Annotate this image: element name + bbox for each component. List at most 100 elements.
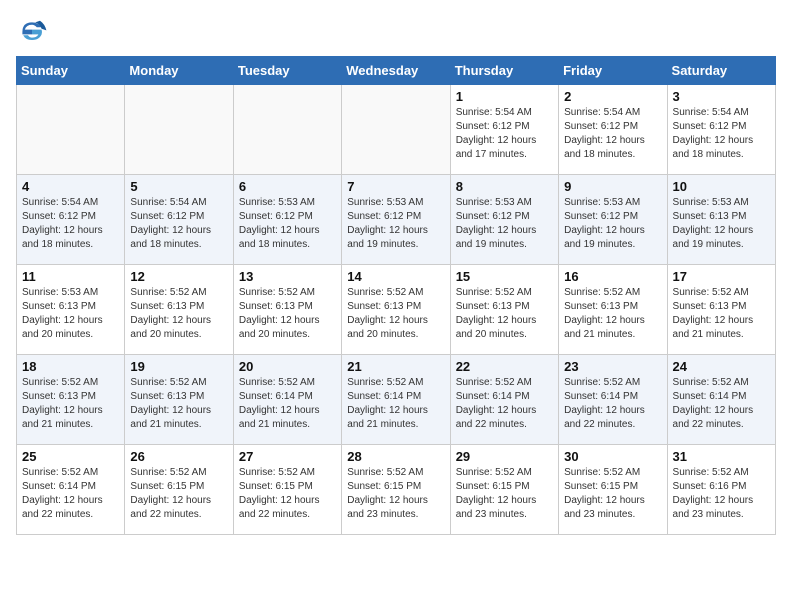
calendar-cell: 6 Sunrise: 5:53 AM Sunset: 6:12 PM Daylig… <box>233 175 341 265</box>
day-info: Sunrise: 5:52 AM Sunset: 6:13 PM Dayligh… <box>130 286 227 342</box>
day-info: Sunrise: 5:52 AM Sunset: 6:14 PM Dayligh… <box>456 376 553 432</box>
calendar-cell: 2Sunrise: 5:54 AM Sunset: 6:12 PM Daylig… <box>559 85 667 175</box>
day-info: Sunrise: 5:52 AM Sunset: 6:13 PM Dayligh… <box>22 376 119 432</box>
calendar-cell: 25 Sunrise: 5:52 AM Sunset: 6:14 PM Dayli… <box>17 445 125 535</box>
day-info: Sunrise: 5:54 AM Sunset: 6:12 PM Dayligh… <box>22 196 119 252</box>
day-number: 7 <box>347 179 444 194</box>
calendar-cell: 26 Sunrise: 5:52 AM Sunset: 6:15 PM Dayli… <box>125 445 233 535</box>
day-info: Sunrise: 5:52 AM Sunset: 6:15 PM Dayligh… <box>564 466 661 522</box>
logo-icon <box>16 16 48 48</box>
day-info: Sunrise: 5:52 AM Sunset: 6:13 PM Dayligh… <box>130 376 227 432</box>
day-number: 11 <box>22 269 119 284</box>
day-info: Sunrise: 5:52 AM Sunset: 6:13 PM Dayligh… <box>456 286 553 342</box>
day-info: Sunrise: 5:52 AM Sunset: 6:14 PM Dayligh… <box>564 376 661 432</box>
calendar-cell: 19 Sunrise: 5:52 AM Sunset: 6:13 PM Dayli… <box>125 355 233 445</box>
day-info: Sunrise: 5:52 AM Sunset: 6:14 PM Dayligh… <box>673 376 770 432</box>
calendar-cell: 10 Sunrise: 5:53 AM Sunset: 6:13 PM Dayli… <box>667 175 775 265</box>
day-number: 12 <box>130 269 227 284</box>
day-number: 28 <box>347 449 444 464</box>
day-number: 15 <box>456 269 553 284</box>
calendar-table: SundayMondayTuesdayWednesdayThursdayFrid… <box>16 56 776 535</box>
calendar-cell: 31Sunrise: 5:52 AM Sunset: 6:16 PM Dayli… <box>667 445 775 535</box>
day-number: 14 <box>347 269 444 284</box>
day-info: Sunrise: 5:52 AM Sunset: 6:13 PM Dayligh… <box>564 286 661 342</box>
day-info: Sunrise: 5:54 AM Sunset: 6:12 PM Dayligh… <box>130 196 227 252</box>
day-number: 21 <box>347 359 444 374</box>
weekday-header-monday: Monday <box>125 57 233 85</box>
day-info: Sunrise: 5:52 AM Sunset: 6:15 PM Dayligh… <box>130 466 227 522</box>
day-number: 29 <box>456 449 553 464</box>
day-info: Sunrise: 5:53 AM Sunset: 6:13 PM Dayligh… <box>22 286 119 342</box>
calendar-cell <box>17 85 125 175</box>
weekday-header-sunday: Sunday <box>17 57 125 85</box>
day-info: Sunrise: 5:52 AM Sunset: 6:15 PM Dayligh… <box>347 466 444 522</box>
calendar-cell: 4 Sunrise: 5:54 AM Sunset: 6:12 PM Daylig… <box>17 175 125 265</box>
day-number: 4 <box>22 179 119 194</box>
day-info: Sunrise: 5:52 AM Sunset: 6:14 PM Dayligh… <box>347 376 444 432</box>
weekday-header-friday: Friday <box>559 57 667 85</box>
day-number: 8 <box>456 179 553 194</box>
weekday-header-tuesday: Tuesday <box>233 57 341 85</box>
day-info: Sunrise: 5:52 AM Sunset: 6:13 PM Dayligh… <box>347 286 444 342</box>
day-info: Sunrise: 5:52 AM Sunset: 6:13 PM Dayligh… <box>239 286 336 342</box>
day-number: 19 <box>130 359 227 374</box>
weekday-header-wednesday: Wednesday <box>342 57 450 85</box>
day-info: Sunrise: 5:52 AM Sunset: 6:15 PM Dayligh… <box>456 466 553 522</box>
calendar-cell: 30 Sunrise: 5:52 AM Sunset: 6:15 PM Dayli… <box>559 445 667 535</box>
calendar-cell: 11 Sunrise: 5:53 AM Sunset: 6:13 PM Dayli… <box>17 265 125 355</box>
logo <box>16 16 52 48</box>
day-number: 6 <box>239 179 336 194</box>
page-header <box>16 16 776 48</box>
day-number: 18 <box>22 359 119 374</box>
day-info: Sunrise: 5:53 AM Sunset: 6:13 PM Dayligh… <box>673 196 770 252</box>
day-number: 22 <box>456 359 553 374</box>
day-number: 20 <box>239 359 336 374</box>
day-info: Sunrise: 5:54 AM Sunset: 6:12 PM Dayligh… <box>456 106 553 162</box>
calendar-cell: 27Sunrise: 5:52 AM Sunset: 6:15 PM Dayli… <box>233 445 341 535</box>
calendar-cell: 1 Sunrise: 5:54 AM Sunset: 6:12 PM Daylig… <box>450 85 558 175</box>
calendar-cell: 17 Sunrise: 5:52 AM Sunset: 6:13 PM Dayli… <box>667 265 775 355</box>
calendar-cell: 9 Sunrise: 5:53 AM Sunset: 6:12 PM Daylig… <box>559 175 667 265</box>
calendar-cell: 20Sunrise: 5:52 AM Sunset: 6:14 PM Dayli… <box>233 355 341 445</box>
calendar-cell: 22 Sunrise: 5:52 AM Sunset: 6:14 PM Dayli… <box>450 355 558 445</box>
day-number: 30 <box>564 449 661 464</box>
calendar-cell: 29 Sunrise: 5:52 AM Sunset: 6:15 PM Dayli… <box>450 445 558 535</box>
day-number: 23 <box>564 359 661 374</box>
day-info: Sunrise: 5:53 AM Sunset: 6:12 PM Dayligh… <box>456 196 553 252</box>
calendar-cell: 8 Sunrise: 5:53 AM Sunset: 6:12 PM Daylig… <box>450 175 558 265</box>
day-number: 27 <box>239 449 336 464</box>
calendar-cell: 23 Sunrise: 5:52 AM Sunset: 6:14 PM Dayli… <box>559 355 667 445</box>
calendar-cell: 3 Sunrise: 5:54 AM Sunset: 6:12 PM Daylig… <box>667 85 775 175</box>
day-number: 10 <box>673 179 770 194</box>
day-info: Sunrise: 5:52 AM Sunset: 6:16 PM Dayligh… <box>673 466 770 522</box>
day-number: 13 <box>239 269 336 284</box>
calendar-cell: 24 Sunrise: 5:52 AM Sunset: 6:14 PM Dayli… <box>667 355 775 445</box>
day-info: Sunrise: 5:54 AM Sunset: 6:12 PM Dayligh… <box>673 106 770 162</box>
day-number: 1 <box>456 89 553 104</box>
day-number: 3 <box>673 89 770 104</box>
calendar-cell <box>342 85 450 175</box>
weekday-header-thursday: Thursday <box>450 57 558 85</box>
calendar-cell <box>233 85 341 175</box>
day-info: Sunrise: 5:52 AM Sunset: 6:13 PM Dayligh… <box>673 286 770 342</box>
calendar-cell: 15 Sunrise: 5:52 AM Sunset: 6:13 PM Dayli… <box>450 265 558 355</box>
day-number: 25 <box>22 449 119 464</box>
day-number: 16 <box>564 269 661 284</box>
day-info: Sunrise: 5:54 AM Sunset: 6:12 PM Dayligh… <box>564 106 661 162</box>
day-info: Sunrise: 5:53 AM Sunset: 6:12 PM Dayligh… <box>347 196 444 252</box>
day-number: 24 <box>673 359 770 374</box>
calendar-cell: 7 Sunrise: 5:53 AM Sunset: 6:12 PM Daylig… <box>342 175 450 265</box>
day-number: 9 <box>564 179 661 194</box>
calendar-cell: 13 Sunrise: 5:52 AM Sunset: 6:13 PM Dayli… <box>233 265 341 355</box>
day-info: Sunrise: 5:53 AM Sunset: 6:12 PM Dayligh… <box>239 196 336 252</box>
calendar-cell <box>125 85 233 175</box>
day-number: 5 <box>130 179 227 194</box>
calendar-cell: 5 Sunrise: 5:54 AM Sunset: 6:12 PM Daylig… <box>125 175 233 265</box>
day-number: 17 <box>673 269 770 284</box>
day-number: 26 <box>130 449 227 464</box>
day-info: Sunrise: 5:53 AM Sunset: 6:12 PM Dayligh… <box>564 196 661 252</box>
calendar-cell: 18 Sunrise: 5:52 AM Sunset: 6:13 PM Dayli… <box>17 355 125 445</box>
weekday-header-saturday: Saturday <box>667 57 775 85</box>
day-info: Sunrise: 5:52 AM Sunset: 6:14 PM Dayligh… <box>22 466 119 522</box>
calendar-cell: 21 Sunrise: 5:52 AM Sunset: 6:14 PM Dayli… <box>342 355 450 445</box>
